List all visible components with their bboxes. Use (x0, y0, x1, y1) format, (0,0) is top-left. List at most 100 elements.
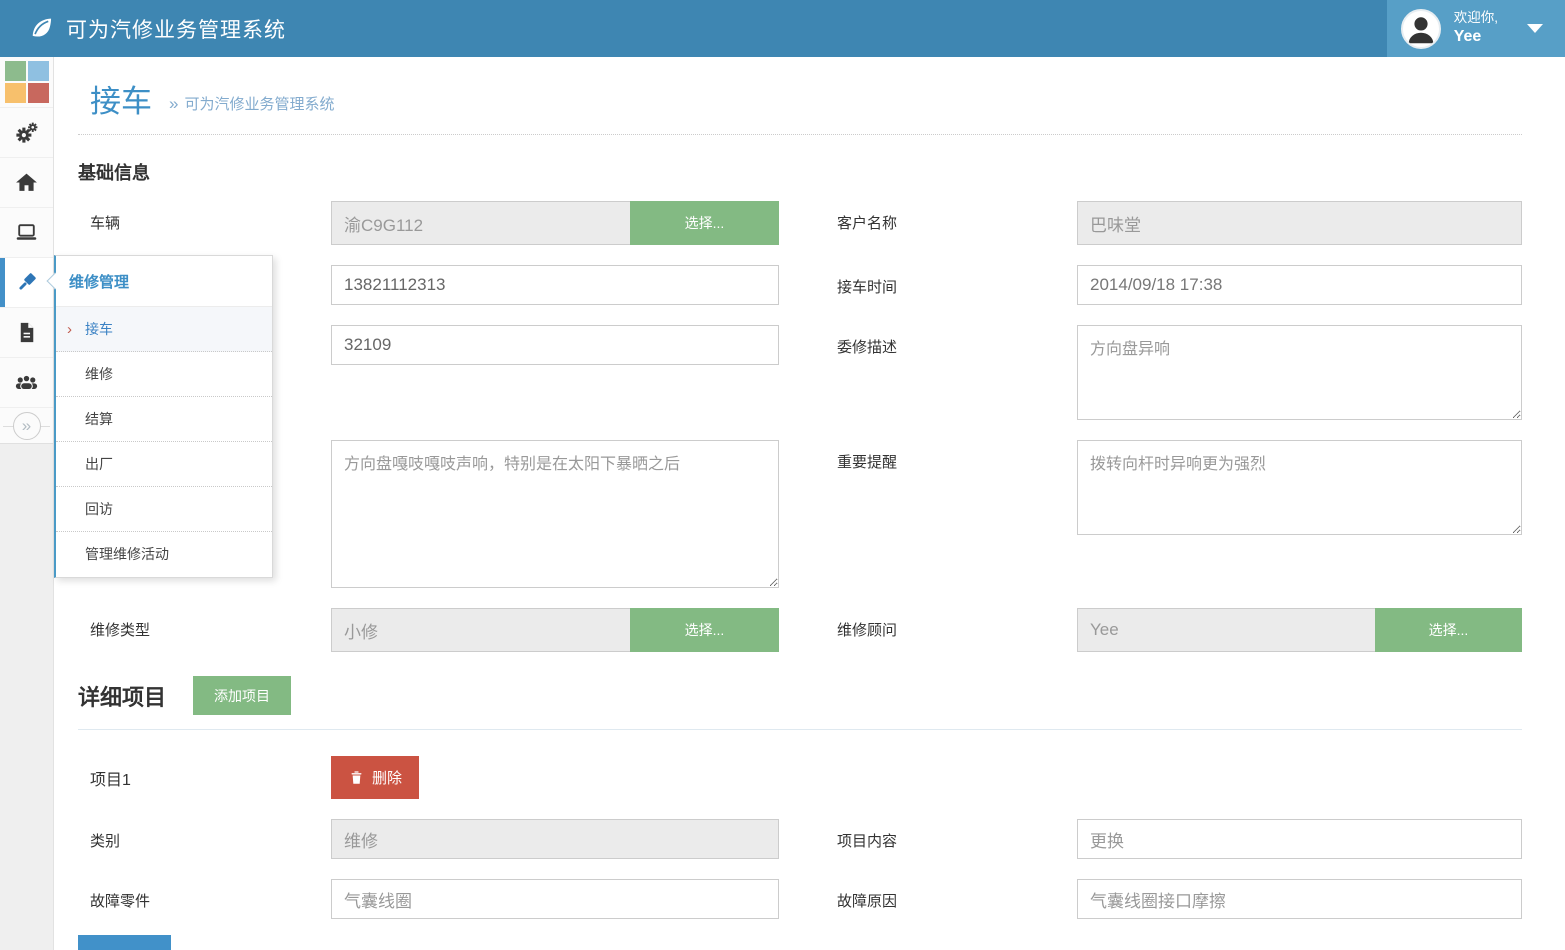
flyout-item-label: 管理维修活动 (85, 546, 169, 562)
customer-name-input[interactable] (1077, 201, 1522, 245)
flyout-item-receive[interactable]: › 接车 (56, 307, 272, 352)
phone-field-group (331, 265, 779, 305)
sidebar-item-customers[interactable] (0, 357, 53, 407)
flyout-item-settlement[interactable]: 结算 (56, 397, 272, 442)
fault-part-input[interactable] (331, 879, 779, 919)
flyout-item-release[interactable]: 出厂 (56, 442, 272, 487)
sidebar-fill (0, 443, 53, 950)
active-arrow-icon: › (67, 307, 72, 352)
advisor-select-button[interactable]: 选择... (1375, 608, 1522, 652)
repair-type-select-button[interactable]: 选择... (630, 608, 779, 652)
flyout-item-followup[interactable]: 回访 (56, 487, 272, 532)
mileage-input[interactable] (331, 325, 779, 365)
form-row: 接车时间 (78, 265, 1522, 305)
person-icon (1403, 11, 1439, 47)
chevron-down-icon[interactable] (1527, 24, 1543, 33)
sidebar-collapse-toggle[interactable]: » (0, 407, 53, 443)
repair-type-label: 维修类型 (78, 608, 331, 640)
detail-section-head: 详细项目 添加项目 (78, 676, 1522, 730)
fault-reason-label: 故障原因 (779, 879, 1077, 911)
form-row: 委修描述 方向盘异响 (78, 325, 1522, 420)
fault-part-label: 故障零件 (78, 879, 331, 911)
form-row: 车辆 选择... 客户名称 (78, 201, 1522, 245)
user-name: Yee (1454, 27, 1498, 48)
reminder-textarea[interactable]: 拨转向杆时异响更为强烈 (1077, 440, 1522, 535)
user-greeting: 欢迎你, (1454, 9, 1498, 27)
item-content-field-group (1077, 819, 1522, 859)
home-icon (14, 170, 39, 195)
main-content: 接车 »可为汽修业务管理系统 基础信息 车辆 选择... 客户名称 接车时间 (54, 57, 1565, 950)
add-item-button[interactable]: 添加项目 (193, 676, 291, 715)
logo-squares[interactable] (0, 57, 53, 107)
topbar: 可为汽修业务管理系统 欢迎你, Yee (0, 0, 1565, 57)
reminder-field-group: 拨转向杆时异响更为强烈 (1077, 440, 1522, 535)
breadcrumb: »可为汽修业务管理系统 (169, 93, 334, 121)
vehicle-input[interactable] (331, 201, 630, 245)
mileage-field-group (331, 325, 779, 365)
delete-button-label: 删除 (372, 767, 402, 788)
advisor-input[interactable] (1077, 608, 1375, 652)
sidebar-item-workstation[interactable] (0, 207, 53, 257)
page-head: 接车 »可为汽修业务管理系统 (78, 57, 1522, 135)
repair-type-input[interactable] (331, 608, 630, 652)
delete-item-button[interactable]: 删除 (331, 756, 419, 799)
app-brand: 可为汽修业务管理系统 (0, 14, 286, 44)
fault-reason-field-group (1077, 879, 1522, 919)
reminder-label: 重要提醒 (779, 440, 1077, 472)
leaf-logo-icon (28, 15, 55, 42)
receive-time-field-group (1077, 265, 1522, 305)
save-button[interactable]: 保存 (78, 935, 171, 950)
fault-reason-input[interactable] (1077, 879, 1522, 919)
sidebar-item-settings[interactable] (0, 107, 53, 157)
double-chevron-icon: » (13, 412, 41, 440)
advisor-label: 维修顾问 (779, 608, 1077, 640)
page-title: 接车 (90, 76, 152, 121)
logo-square-green (5, 61, 26, 81)
repair-desc-label: 委修描述 (779, 325, 1077, 357)
basic-info-heading: 基础信息 (78, 159, 1522, 185)
logo-square-red (28, 83, 49, 103)
document-icon (14, 320, 39, 345)
flyout-title[interactable]: 维修管理 (56, 256, 272, 307)
category-field-group (331, 819, 779, 859)
flyout-item-repair[interactable]: 维修 (56, 352, 272, 397)
avatar (1401, 9, 1441, 49)
breadcrumb-separator: » (169, 94, 178, 113)
vehicle-select-button[interactable]: 选择... (630, 201, 779, 245)
fault-desc-textarea[interactable]: 方向盘嘎吱嘎吱声响，特别是在太阳下暴晒之后 (331, 440, 779, 588)
trash-icon (348, 769, 365, 786)
flyout-item-label: 出厂 (85, 456, 113, 472)
flyout-item-label: 接车 (85, 321, 113, 337)
sidebar-item-documents[interactable] (0, 307, 53, 357)
form-row: 类别 项目内容 (78, 819, 1522, 859)
item-content-input[interactable] (1077, 819, 1522, 859)
repair-desc-field-group: 方向盘异响 (1077, 325, 1522, 420)
advisor-field-group: 选择... (1077, 608, 1522, 652)
customer-field-group (1077, 201, 1522, 245)
phone-input[interactable] (331, 265, 779, 305)
logo-square-orange (5, 83, 26, 103)
laptop-icon (14, 220, 39, 245)
repair-desc-textarea[interactable]: 方向盘异响 (1077, 325, 1522, 420)
vehicle-label: 车辆 (78, 201, 331, 233)
gavel-icon (14, 270, 39, 295)
user-text: 欢迎你, Yee (1454, 9, 1498, 47)
flyout-item-label: 维修 (85, 366, 113, 382)
detail-section-title: 详细项目 (78, 680, 166, 712)
sidebar-item-repair-management[interactable] (0, 257, 53, 307)
gears-icon (14, 120, 39, 145)
user-panel[interactable]: 欢迎你, Yee (1387, 0, 1565, 57)
save-button-label: 保存 (122, 947, 152, 950)
customer-name-label: 客户名称 (779, 201, 1077, 233)
flyout-item-label: 结算 (85, 411, 113, 427)
form-row: 维修类型 选择... 维修顾问 选择... (78, 608, 1522, 652)
item-content-label: 项目内容 (779, 819, 1077, 851)
receive-time-label: 接车时间 (779, 265, 1077, 297)
sidebar: » (0, 57, 54, 950)
users-icon (14, 370, 39, 395)
category-input[interactable] (331, 819, 779, 859)
flyout-item-manage-activities[interactable]: 管理维修活动 (56, 532, 272, 577)
sidebar-item-home[interactable] (0, 157, 53, 207)
receive-time-input[interactable] (1077, 265, 1522, 305)
form-row: 故障零件 故障原因 (78, 879, 1522, 919)
